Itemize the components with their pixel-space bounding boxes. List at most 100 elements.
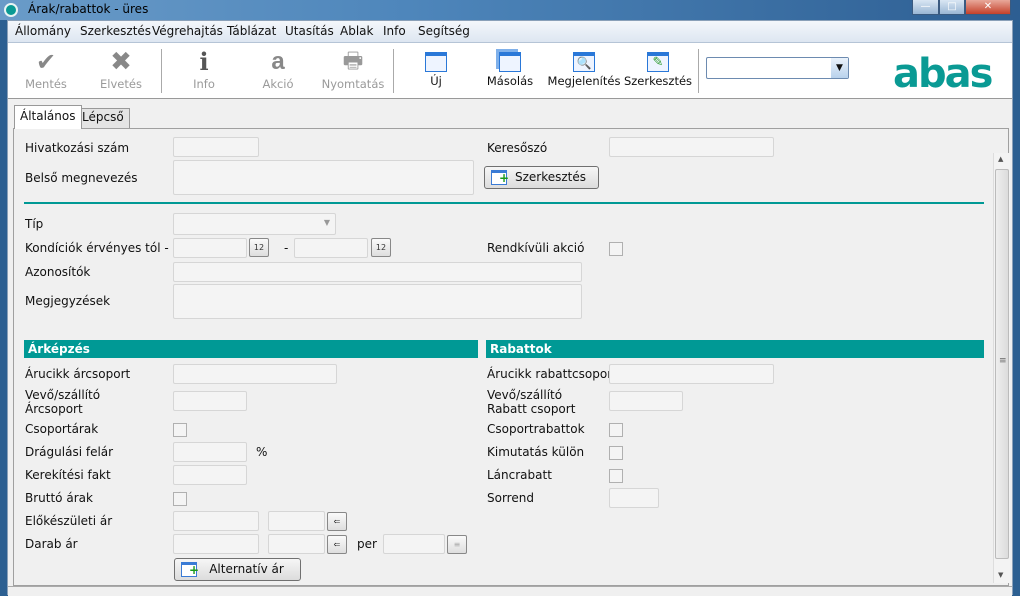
item-price-group-input[interactable] (173, 364, 337, 384)
unit-price-unit-input[interactable] (268, 534, 325, 554)
x-icon: ✖ (110, 47, 132, 77)
separate-checkbox[interactable] (609, 446, 623, 460)
item-price-group-label: Árucikk árcsoport (25, 367, 131, 381)
prep-price-input[interactable] (173, 511, 259, 531)
group-prices-label: Csoportárak (25, 422, 99, 436)
internal-name-input[interactable] (173, 160, 474, 195)
info-icon: i (199, 47, 209, 76)
order-label: Sorrend (487, 491, 534, 505)
vertical-scrollbar[interactable]: ▲ ≡ ▼ (993, 153, 1010, 583)
rounding-label: Kerekítési fakt (25, 468, 111, 482)
printer-icon: 🖶 (342, 49, 364, 74)
item-discount-group-label: Árucikk rabattcsoport (487, 367, 617, 381)
chevron-down-icon: ▼ (323, 218, 330, 227)
menu-window[interactable]: Ablak (340, 24, 373, 38)
ref-no-input[interactable] (173, 137, 259, 157)
save-button[interactable]: ✔ Mentés (9, 47, 83, 97)
divider (24, 202, 984, 204)
close-button[interactable]: ✕ (965, 0, 1011, 15)
separate-label: Kimutatás külön (487, 445, 585, 459)
view-button[interactable]: 🔍 Megjelenítés (547, 47, 621, 97)
gross-label: Bruttó árak (25, 491, 93, 505)
cust-price-group-label-2: Árcsoport (25, 402, 83, 416)
group-prices-checkbox[interactable] (173, 423, 187, 437)
valid-to-input[interactable] (294, 238, 368, 258)
calendar-icon[interactable]: 12 (249, 238, 269, 257)
ref-no-label: Hivatkozási szám (25, 141, 130, 155)
minimize-button[interactable]: — (912, 0, 939, 15)
notes-input[interactable] (173, 284, 582, 319)
action-button[interactable]: a Akció (241, 47, 315, 97)
alternative-price-button[interactable]: Alternatív ár (174, 558, 301, 581)
edit-button[interactable]: ✎ Szerkesztés (621, 47, 695, 97)
edit-text-button[interactable]: Szerkesztés (484, 166, 599, 189)
scroll-down-icon[interactable]: ▼ (998, 571, 1003, 579)
chevron-down-icon[interactable]: ▼ (831, 58, 848, 78)
valid-from-input[interactable] (173, 238, 247, 258)
tab-general[interactable]: Általános (14, 105, 82, 129)
tab-step[interactable]: Lépcső (76, 108, 130, 128)
cust-discount-group-label-2: Rabatt csoport (487, 402, 576, 416)
cust-price-group-input[interactable] (173, 391, 247, 411)
scrollbar-thumb[interactable]: ≡ (995, 169, 1009, 559)
select-arrow-icon[interactable]: ⇐ (327, 535, 347, 554)
command-combobox[interactable]: ▼ (706, 57, 849, 79)
special-action-checkbox[interactable] (609, 242, 623, 256)
ids-input[interactable] (173, 262, 582, 282)
magnifier-window-icon: 🔍 (573, 52, 595, 72)
type-select[interactable]: ▼ (173, 213, 336, 235)
percent-label: % (256, 445, 268, 459)
menu-info[interactable]: Info (383, 24, 406, 38)
rounding-input[interactable] (173, 465, 247, 485)
calendar-icon[interactable]: 12 (371, 238, 391, 257)
chain-discount-label: Láncrabatt (487, 468, 552, 482)
pricing-header: Árképzés (24, 340, 478, 358)
order-input[interactable] (609, 488, 659, 508)
abas-a-icon: a (271, 48, 285, 75)
select-arrow-icon[interactable]: ⇐ (327, 512, 347, 531)
chain-discount-checkbox[interactable] (609, 469, 623, 483)
print-button[interactable]: 🖶 Nyomtatás (316, 47, 390, 97)
discard-button[interactable]: ✖ Elvetés (84, 47, 158, 97)
menu-command[interactable]: Utasítás (285, 24, 334, 38)
notes-label: Megjegyzések (25, 294, 111, 308)
new-button[interactable]: Új (399, 47, 473, 97)
markup-input[interactable] (173, 442, 247, 462)
menu-file[interactable]: Állomány (15, 24, 71, 38)
valid-label: Kondíciók érvényes tól - ig (25, 241, 184, 255)
menu-execute[interactable]: Végrehajtás (152, 24, 223, 38)
app-window: Állomány Szerkesztés Végrehajtás Tábláza… (7, 20, 1013, 596)
separator (393, 49, 394, 93)
ids-label: Azonosítók (25, 265, 91, 279)
new-window-icon (425, 52, 447, 72)
internal-name-label: Belső megnevezés (25, 171, 138, 185)
menu-table[interactable]: Táblázat (227, 24, 276, 38)
separator (161, 49, 162, 93)
group-discounts-checkbox[interactable] (609, 423, 623, 437)
gross-checkbox[interactable] (173, 492, 187, 506)
grip-icon: ≡ (999, 356, 1007, 366)
cust-discount-group-input[interactable] (609, 391, 683, 411)
prep-price-label: Előkészületi ár (25, 514, 113, 528)
menu-help[interactable]: Segítség (418, 24, 470, 38)
unit-price-input[interactable] (173, 534, 259, 554)
keyword-label: Keresőszó (487, 141, 548, 155)
menu-edit[interactable]: Szerkesztés (80, 24, 151, 38)
item-discount-group-input[interactable] (609, 364, 774, 384)
app-icon (4, 3, 18, 17)
info-button[interactable]: i Info (167, 47, 241, 97)
add-window-icon (181, 560, 199, 581)
markup-label: Drágulási felár (25, 445, 114, 459)
pencil-window-icon: ✎ (647, 52, 669, 72)
prep-price-unit-input[interactable] (268, 511, 325, 531)
per-input[interactable] (383, 534, 445, 554)
scroll-up-icon[interactable]: ▲ (998, 155, 1003, 163)
unit-price-label: Darab ár (25, 537, 78, 551)
keyword-input[interactable] (609, 137, 774, 157)
per-label: per (357, 537, 377, 551)
copy-button[interactable]: Másolás (473, 47, 547, 97)
list-icon[interactable]: ≡ (447, 535, 467, 554)
form-panel: Hivatkozási szám Keresőszó Belső megneve… (13, 128, 1010, 586)
group-discounts-label: Csoportrabattok (487, 422, 585, 436)
maximize-button[interactable]: □ (939, 0, 965, 15)
